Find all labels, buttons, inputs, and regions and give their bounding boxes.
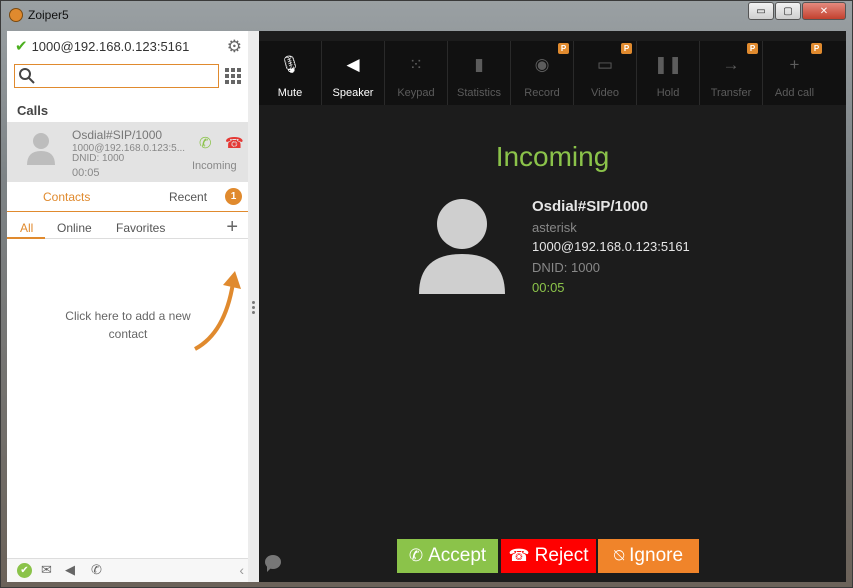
pause-icon: ❚❚ [653,55,683,74]
call-toolbar: 🎙 Mute ◀ Speaker ⁙ Keypad ▮ Statistics ◉ Record P ▭… [259,41,846,105]
tab-recent[interactable]: Recent [169,190,207,204]
toolbar-button-label: Speaker [332,87,374,99]
toolbar-button-label: Keypad [397,87,435,99]
caller-uri: 1000@192.168.0.123:5161 [532,239,690,254]
toolbar-mute-button[interactable]: 🎙 Mute [259,41,322,105]
accept-button[interactable]: ✆ Accept [397,539,498,573]
call-duration: 00:05 [532,280,565,295]
maximize-button[interactable]: ▢ [775,2,801,20]
zoiper-logo-icon [9,8,23,22]
toolbar-button-label: Video [591,87,619,99]
toolbar-button-label: Transfer [710,87,752,99]
reject-label: Reject [534,545,589,566]
ignore-button[interactable]: ⍉ Ignore [598,539,699,573]
window-controls: ▭ ▢ ✕ [747,2,846,20]
call-time: 00:05 [72,167,100,179]
call-list-item[interactable]: Osdial#SIP/1000 1000@192.168.0.123:5... … [7,122,248,182]
premium-badge: P [621,43,632,54]
account-row[interactable]: ✔ 1000@192.168.0.123:5161 [7,31,248,61]
filter-online[interactable]: Online [57,221,92,235]
check-icon: ✔ [15,38,28,55]
toolbar-button-label: Statistics [456,87,501,99]
account-label: 1000@192.168.0.123:5161 [31,38,190,54]
premium-badge: P [558,43,569,54]
recent-count-badge: 1 [225,188,242,205]
speaker-icon: ◀ [346,55,360,74]
toolbar-keypad-button[interactable]: ⁙ Keypad [385,41,448,105]
chat-icon[interactable] [265,555,281,572]
app-window: Zoiper5 ▭ ▢ ✕ ✔ 1000@192.168.0.123:5161 … [0,0,853,588]
mail-icon[interactable]: ✉ [41,562,52,578]
caller-name: Osdial#SIP/1000 [532,198,648,215]
premium-badge: P [811,43,822,54]
avatar-icon [27,133,55,165]
title-bar[interactable]: Zoiper5 ▭ ▢ ✕ [1,1,852,29]
mic-off-icon: 🎙 [279,55,301,74]
call-name: Osdial#SIP/1000 [72,128,163,142]
toolbar-hold-button[interactable]: ❚❚ Hold [637,41,700,105]
panel-splitter[interactable] [248,31,259,582]
contacts-tabs: Contacts Recent 1 [7,182,248,212]
premium-badge: P [747,43,758,54]
toolbar-button-label: Record [524,87,560,99]
search-icon [19,68,35,84]
toolbar-transfer-button[interactable]: → Transfer P [700,41,763,105]
call-status: Incoming [192,160,237,172]
keypad-icon: ⁙ [408,55,424,74]
reject-button[interactable]: ☎ Reject [501,539,596,573]
call-dnid: DNID: 1000 [72,153,125,164]
volume-icon[interactable]: ◀ [65,562,75,578]
tab-contacts[interactable]: Contacts [43,190,90,204]
toolbar-video-button[interactable]: ▭ Video P [574,41,637,105]
call-panel: 🎙 Mute ◀ Speaker ⁙ Keypad ▮ Statistics ◉ Record P ▭… [259,31,846,582]
caller-avatar-icon [419,199,505,294]
minimize-button[interactable]: ▭ [748,2,774,20]
transfer-icon: → [722,55,740,74]
calls-header: Calls [17,103,49,118]
window-title: Zoiper5 [28,8,69,22]
toolbar-button-label: Mute [277,87,303,99]
accept-label: Accept [428,545,487,566]
add-contact-icon[interactable]: + [226,216,238,239]
filter-all[interactable]: All [20,221,33,235]
statistics-icon: ▮ [474,55,484,74]
phone-accept-icon[interactable]: ✆ [199,134,212,152]
caller-dnid: DNID: 1000 [532,260,600,275]
status-ok-icon[interactable]: ✔ [17,563,32,578]
call-forward-icon[interactable]: ✆ [91,562,102,578]
left-panel: ✔ 1000@192.168.0.123:5161 ⚙ Calls Osdial… [7,31,248,582]
toolbar-record-button[interactable]: ◉ Record P [511,41,574,105]
toolbar-add-call-button[interactable]: + Add call P [763,41,826,105]
phone-icon: ✆ [408,546,424,565]
contact-filters: All Online Favorites + [7,215,248,239]
gear-icon[interactable]: ⚙ [227,37,242,57]
chevron-left-icon[interactable]: ‹ [239,562,244,578]
caller-app: asterisk [532,220,577,235]
ignore-label: Ignore [629,545,684,566]
contacts-list: Click here to add a new contact [7,239,248,557]
toolbar-statistics-button[interactable]: ▮ Statistics [448,41,511,105]
dialpad-icon[interactable] [225,68,241,84]
search-input[interactable] [39,67,214,85]
record-icon: ◉ [534,55,550,74]
hangup-icon: ☎ [508,546,530,565]
toolbar-button-label: Add call [774,87,815,99]
close-button[interactable]: ✕ [802,2,846,20]
toolbar-button-label: Hold [656,87,680,99]
toolbar-speaker-button[interactable]: ◀ Speaker [322,41,385,105]
phone-hangup-icon[interactable]: ☎ [225,134,244,152]
bell-off-icon: ⍉ [613,546,625,565]
search-box[interactable] [14,64,219,88]
add-call-icon: + [789,55,800,74]
arrow-icon [194,271,241,351]
video-icon: ▭ [596,55,614,74]
call-state-title: Incoming [495,141,610,172]
filter-favorites[interactable]: Favorites [116,221,165,235]
add-contact-hint[interactable]: Click here to add a new contact [65,307,191,343]
status-bar: ✔ ✉ ◀ ✆ ‹ [7,558,248,582]
